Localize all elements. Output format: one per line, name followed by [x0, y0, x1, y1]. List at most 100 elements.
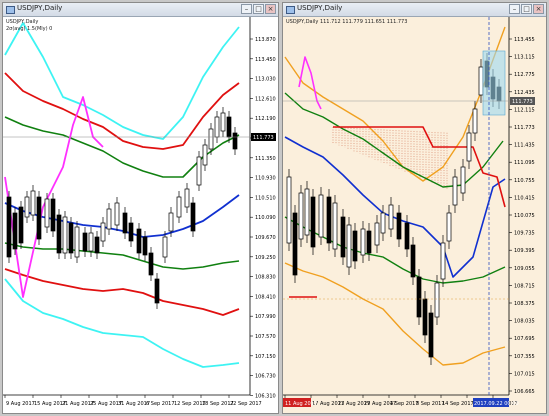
candle-body: [24, 196, 30, 218]
chart-canvas-left[interactable]: 113.870 113.450 113.030 112.610 112.190 111.7…: [3, 17, 278, 413]
candle-body: [202, 144, 208, 166]
price-axis-label: 107.695: [514, 336, 535, 342]
candle-body: [142, 236, 148, 256]
candle-body: [472, 108, 478, 134]
candle-body: [6, 196, 12, 258]
price-axis-label: 109.250: [255, 255, 276, 261]
price-axis-label: 109.670: [255, 235, 276, 241]
candle-body: [128, 222, 134, 242]
chart-info-line-1: USDJPY,Daily: [6, 19, 39, 25]
price-axis-label: 111.350: [255, 156, 276, 162]
maximize-icon[interactable]: □: [521, 4, 532, 14]
selection-highlight: [482, 50, 506, 116]
price-axis-label: 106.310: [255, 393, 276, 399]
price-axis-label: 111.435: [514, 143, 535, 149]
price-axis-label: 108.830: [255, 275, 276, 281]
price-axis-label: 113.030: [255, 77, 276, 83]
candle-body: [196, 156, 202, 186]
price-axis-label: 110.415: [514, 195, 535, 201]
candle-body: [30, 190, 36, 216]
price-axis-label: 110.510: [255, 195, 276, 201]
candle-body: [326, 196, 332, 244]
candle-body: [88, 232, 94, 252]
candle-body: [446, 212, 452, 242]
price-axis-label: 112.190: [255, 116, 276, 122]
date-highlight-tag-label: 2017.09.22 00:00: [474, 401, 519, 407]
date-axis-label: 12 Sep 2017: [174, 401, 206, 407]
candle-body: [466, 132, 472, 162]
candle-body: [162, 236, 168, 258]
price-axis-label: 108.035: [514, 319, 535, 325]
price-axis-label: 107.355: [514, 354, 535, 360]
price-axis-label: 108.410: [255, 294, 276, 300]
candle-body: [100, 222, 106, 242]
titlebar-right[interactable]: USDJPY,Daily – □ ×: [283, 3, 546, 17]
candle-body: [190, 202, 196, 232]
candle-body: [346, 224, 352, 268]
candle-body: [136, 228, 142, 254]
candle-body: [214, 116, 220, 138]
candle-body: [220, 112, 226, 132]
date-axis-label: 14 Sep 2017: [442, 401, 474, 407]
maximize-icon[interactable]: □: [253, 4, 264, 14]
current-price-label: 111.773: [253, 135, 274, 141]
candle-body: [388, 204, 394, 230]
chart-info-line-1: USDJPY,Daily 111.712 111.779 111.651 111…: [286, 19, 408, 25]
window-title-left: USDJPY,Daily: [17, 4, 63, 12]
price-axis-label: 109.055: [514, 266, 535, 272]
candle-body: [12, 212, 18, 250]
candle-body: [410, 244, 416, 278]
date-axis-label: 9 Aug 2017: [6, 401, 35, 407]
price-axis-label: 112.775: [514, 72, 535, 78]
price-axis-label: 106.730: [255, 374, 276, 380]
chart-window-icon: [286, 6, 295, 14]
candle-body: [18, 206, 24, 244]
candle-body: [62, 216, 68, 254]
price-axis-label: 108.375: [514, 301, 535, 307]
candle-body: [310, 196, 316, 248]
candle-body: [340, 216, 346, 258]
candle-body: [422, 298, 428, 336]
chart-canvas-right[interactable]: 113.455 113.115 112.775 112.435 112.115 111.7…: [283, 17, 546, 413]
candle-body: [396, 212, 402, 240]
price-axis-label: 113.455: [514, 37, 535, 43]
date-axis-label: 8 Sep 2017: [416, 401, 445, 407]
price-chart-right[interactable]: USDJPY,Daily 111.712 111.779 111.651 111…: [283, 17, 546, 413]
candle-body: [44, 198, 50, 228]
candle-body: [168, 212, 174, 232]
candle-body: [106, 208, 112, 230]
price-axis-label: 112.610: [255, 96, 276, 102]
price-axis-label: 113.450: [255, 57, 276, 63]
date-start-tag-label: 11 Aug 2017: [285, 401, 317, 407]
price-axis-label: 107.570: [255, 334, 276, 340]
candle-body: [232, 132, 238, 150]
price-axis-label: 110.075: [514, 213, 535, 219]
candle-body: [114, 202, 120, 226]
minimize-icon[interactable]: –: [509, 4, 520, 14]
current-price-label: 111.773: [512, 99, 533, 105]
candle-body: [208, 128, 214, 150]
window-title-right: USDJPY,Daily: [297, 4, 343, 12]
date-axis-label: 6 Sep 2017: [146, 401, 175, 407]
candle-body: [184, 188, 190, 208]
chart-window-left[interactable]: USDJPY,Daily – □ × USDJPY,Daily 2σ(avg) …: [2, 2, 279, 414]
close-icon[interactable]: ×: [533, 4, 544, 14]
candle-body: [380, 212, 386, 234]
candle-body: [68, 222, 74, 254]
candle-body: [440, 242, 446, 280]
plot-area: [283, 17, 509, 395]
minimize-icon[interactable]: –: [241, 4, 252, 14]
price-axis-label: 107.015: [514, 371, 535, 377]
close-icon[interactable]: ×: [265, 4, 276, 14]
price-axis-label: 112.435: [514, 90, 535, 96]
price-chart-left[interactable]: USDJPY,Daily 2σ(avg) 1.5(Mly) 0 113.870 1…: [3, 17, 278, 413]
date-axis-label: 22 Sep 2017: [230, 401, 262, 407]
candle-body: [148, 252, 154, 276]
price-axis-label: 109.735: [514, 231, 535, 237]
candle-body: [404, 222, 410, 250]
candle-body: [82, 232, 88, 252]
price-axis-label: 106.665: [514, 389, 535, 395]
candle-body: [304, 188, 310, 236]
chart-window-right[interactable]: USDJPY,Daily – □ × USDJPY,Daily 111.712 …: [282, 2, 547, 414]
titlebar-left[interactable]: USDJPY,Daily – □ ×: [3, 3, 278, 17]
